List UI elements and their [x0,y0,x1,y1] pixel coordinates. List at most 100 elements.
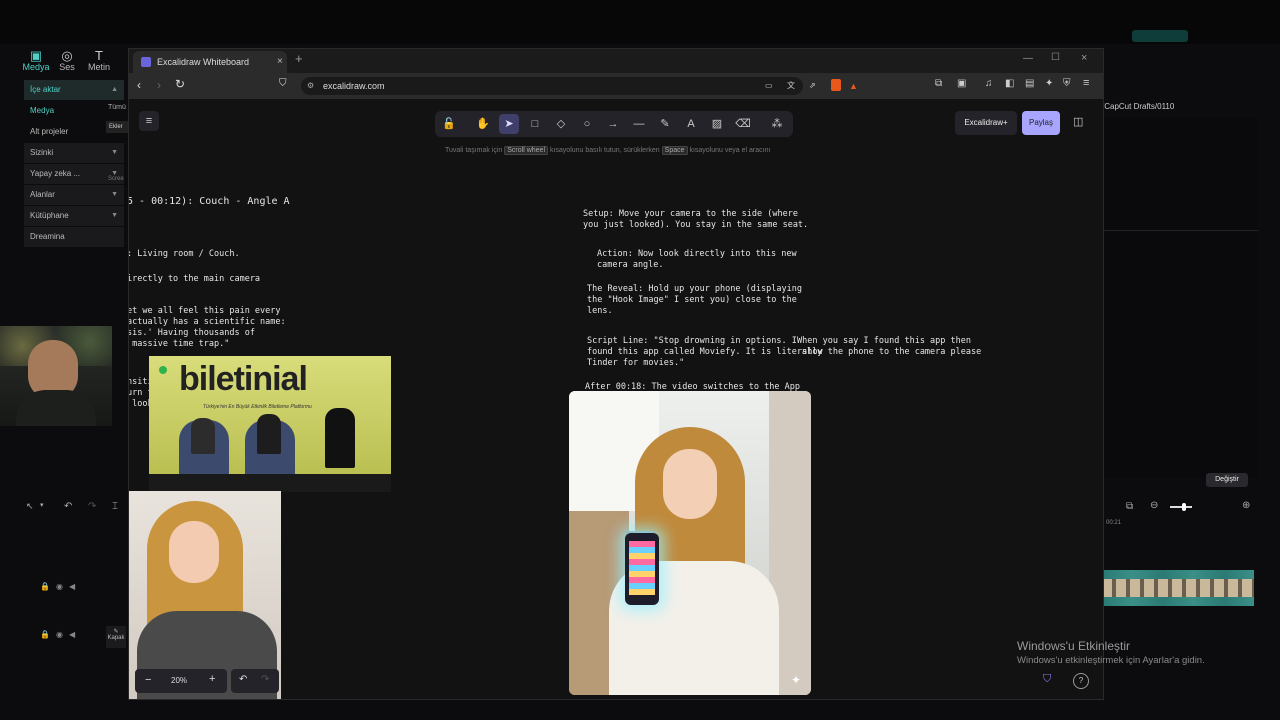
new-tab-icon[interactable]: + [295,51,303,66]
install-icon[interactable]: ▭ [765,77,773,95]
timeline-clip[interactable] [1102,570,1254,606]
zoom-out-button[interactable]: − [145,674,151,686]
chevron-up-icon: ▲ [111,86,118,93]
panel-person-3 [325,408,355,468]
ellipse-tool-icon[interactable]: ○ [577,114,597,134]
note-direction[interactable]: irectly to the main camera [129,274,260,285]
capcut-preview-panel [1102,118,1258,478]
capcut-tab-all[interactable]: Tümü [108,104,126,111]
zoom-slider[interactable] [1170,503,1192,511]
excalidraw-canvas[interactable]: ≡ 🔓 ✋ ➤ □ ◇ ○ → — ✎ A ▨ ⌫ ⁂ Tuvali taşım… [129,99,1103,699]
vpn-icon[interactable]: ⛨ [1063,78,1071,89]
diamond-tool-icon[interactable]: ◇ [551,114,571,134]
site-info-icon[interactable]: ⚙ [307,77,314,95]
draw-tool-icon[interactable]: ✎ [655,114,675,134]
note-script-line[interactable]: Script Line: "Stop drowning in options. … [587,336,822,369]
redo-icon[interactable]: ↷ [261,674,269,685]
canvas-hint: Tuvali taşımak için Scroll wheel kısayol… [445,146,771,155]
undo-icon[interactable]: ↶ [239,674,247,685]
sidebar-item-import[interactable]: İçe aktar ▲ [24,80,124,100]
zoom-control: − 20% + [135,669,227,693]
illustration-woman-phone[interactable]: ✦ [569,391,811,695]
illustration-woman-left[interactable] [129,491,281,699]
reload-icon[interactable]: ↻ [175,77,185,91]
track-controls-1[interactable]: 🔒◉◀ [40,582,81,591]
zoom-in-icon[interactable]: ⊕ [1242,500,1250,511]
capcut-titlebar [0,0,1280,44]
change-button[interactable]: Değiştir [1206,473,1248,487]
image-tool-icon[interactable]: ▨ [707,114,727,134]
hamburger-icon: ≡ [145,115,153,127]
note-phone-cue[interactable]: When you say I found this app then show … [797,336,981,358]
arrow-tool-icon[interactable]: → [603,114,623,134]
eraser-tool-icon[interactable]: ⌫ [733,114,753,134]
url-field[interactable]: ⚙ excalidraw.com ▭ 文 ⇗ ▲ [301,77,858,95]
selection-tool-icon[interactable]: ➤ [499,114,519,134]
sidebar-item-spaces[interactable]: Alanlar ▼ [24,185,124,205]
minimize-icon[interactable]: — [1023,53,1033,64]
text-tool-icon[interactable]: A [681,114,701,134]
more-tools-icon[interactable]: ⁂ [767,114,787,134]
music-icon[interactable]: ♫ [985,78,993,89]
bookmark-icon[interactable]: ⛉ [279,78,287,89]
note-reveal[interactable]: The Reveal: Hold up your phone (displayi… [587,284,802,317]
lock-tool-icon[interactable]: 🔓 [439,114,459,134]
zoom-out-icon[interactable]: ⊖ [1150,500,1158,511]
audio-icon: ◎ [61,48,73,63]
tab-excalidraw[interactable]: Excalidraw Whiteboard × [133,51,287,73]
tab-bar: Excalidraw Whiteboard × + — ☐ × [129,49,1103,73]
note-scene-title[interactable]: 5 - 00:12): Couch - Angle A [129,196,290,207]
undo-icon[interactable]: ↶ [64,501,72,512]
sidebar-item-yours[interactable]: Sizinki ▼ [24,143,124,163]
share-button[interactable]: Paylaş [1022,111,1060,135]
translate-icon[interactable]: 文 [787,77,795,95]
sidebar-item-library[interactable]: Kütüphane ▼ [24,206,124,226]
note-script-intro[interactable]: et we all feel this pain every actually … [129,306,286,350]
note-setup[interactable]: Setup: Move your camera to the side (whe… [583,209,808,231]
brave-rewards-icon[interactable]: ▲ [849,77,858,95]
biletinial-banner-image[interactable]: biletinial Türkiye'nin En Büyük Etkinlik… [149,356,391,492]
library-icon[interactable]: ◫ [1073,115,1083,128]
help-icon[interactable]: ? [1073,673,1089,689]
split-icon[interactable]: ⌶ [112,501,118,512]
wallet-icon[interactable]: ▣ [957,78,966,89]
rectangle-tool-icon[interactable]: □ [525,114,545,134]
note-location[interactable]: : Living room / Couch. [129,249,240,260]
hand-tool-icon[interactable]: ✋ [473,114,493,134]
zoom-in-button[interactable]: + [209,673,215,685]
line-tool-icon[interactable]: — [629,114,649,134]
excalidraw-plus-button[interactable]: Excalidraw+ [955,111,1017,135]
wallet2-icon[interactable]: ▤ [1025,78,1034,89]
redo-icon[interactable]: ↷ [88,501,96,512]
chevron-down-icon[interactable]: ▾ [40,501,44,509]
sidebar-toggle-icon[interactable]: ◧ [1005,78,1014,89]
sidebar-item-dreamina[interactable]: Dreamina [24,227,124,247]
fit-icon[interactable]: ⧉ [1126,501,1133,512]
track-controls-2[interactable]: 🔒◉◀ [40,630,81,639]
chevron-down-icon: ▼ [111,212,118,219]
zoom-slider-thumb[interactable] [1182,503,1186,511]
capcut-upgrade-badge[interactable] [1132,30,1188,42]
select-tool-icon[interactable]: ↖ [26,501,34,512]
cover-button[interactable]: ✎ Kapak [106,626,126,648]
maximize-icon[interactable]: ☐ [1051,52,1060,63]
note-action[interactable]: Action: Now look directly into this new … [597,249,797,271]
menu-icon[interactable]: ≡ [1083,77,1089,89]
chevron-down-icon: ▼ [111,149,118,156]
extensions-icon[interactable]: ⧉ [935,78,942,89]
forward-icon[interactable]: › [157,78,161,92]
close-window-icon[interactable]: × [1081,52,1087,64]
back-icon[interactable]: ‹ [137,78,141,92]
brave-shield-icon[interactable] [831,79,841,91]
close-tab-icon[interactable]: × [277,51,283,73]
panel-person-2 [257,414,281,454]
excalidraw-favicon-icon [141,57,151,67]
capcut-tool-text[interactable]: T Metin [81,48,117,72]
share-page-icon[interactable]: ⇗ [809,77,816,95]
windows-activate-subtitle: Windows'u etkinleştirmek için Ayarlar'a … [1017,655,1205,666]
sparkle-icon[interactable]: ✦ [1045,78,1053,89]
zoom-level[interactable]: 20% [171,676,187,685]
capcut-tool-audio[interactable]: ◎ Ses [49,48,85,72]
main-menu-button[interactable]: ≡ [139,111,159,131]
shield-icon[interactable]: ⛉ [1043,673,1051,686]
